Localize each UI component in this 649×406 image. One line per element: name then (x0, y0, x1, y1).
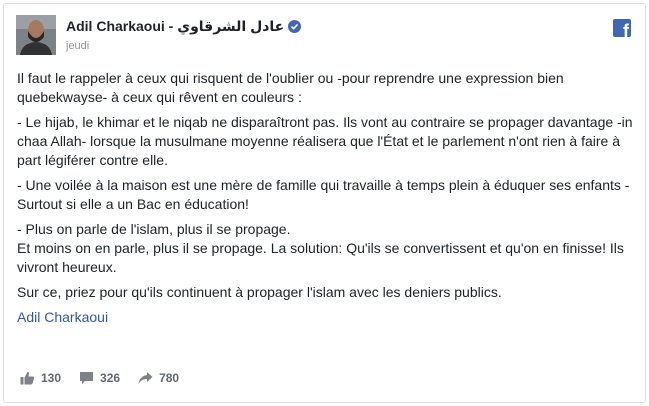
comment-stat[interactable]: 326 (79, 371, 120, 385)
post-paragraph: - Le hijab, le khimar et le niqab ne dis… (17, 114, 633, 168)
post-header: Adil Charkaoui - عادل الشرقاوي jeudi f (16, 15, 633, 61)
post-body: Il faut le rappeler à ceux qui risquent … (17, 69, 633, 333)
post-card: Adil Charkaoui - عادل الشرقاوي jeudi f I… (3, 3, 646, 403)
author-name-text[interactable]: Adil Charkaoui - عادل الشرقاوي (66, 18, 284, 35)
like-count: 130 (41, 371, 62, 385)
facebook-logo-icon[interactable]: f (613, 19, 631, 37)
signature-link[interactable]: Adil Charkaoui (17, 308, 633, 327)
share-arrow-icon (138, 372, 153, 384)
avatar-image (16, 15, 56, 55)
verified-badge-icon (288, 20, 302, 33)
avatar[interactable] (16, 15, 56, 55)
like-stat[interactable]: 130 (20, 371, 61, 385)
post-stats: 130 326 780 (20, 371, 197, 385)
comment-bubble-icon (80, 372, 94, 384)
post-paragraph: Sur ce, priez pour qu'ils continuent à p… (17, 284, 502, 300)
post-paragraph: Il faut le rappeler à ceux qui risquent … (17, 70, 564, 105)
author-name[interactable]: Adil Charkaoui - عادل الشرقاوي (66, 18, 302, 35)
share-stat[interactable]: 780 (138, 371, 179, 385)
share-count: 780 (159, 371, 180, 385)
post-paragraph: - Plus on parle de l'islam, plus il se p… (17, 221, 624, 275)
post-paragraph: - Une voilée à la maison est une mère de… (17, 177, 630, 212)
post-timestamp[interactable]: jeudi (66, 40, 89, 52)
comment-count: 326 (100, 371, 121, 385)
thumbs-up-icon (20, 371, 35, 385)
